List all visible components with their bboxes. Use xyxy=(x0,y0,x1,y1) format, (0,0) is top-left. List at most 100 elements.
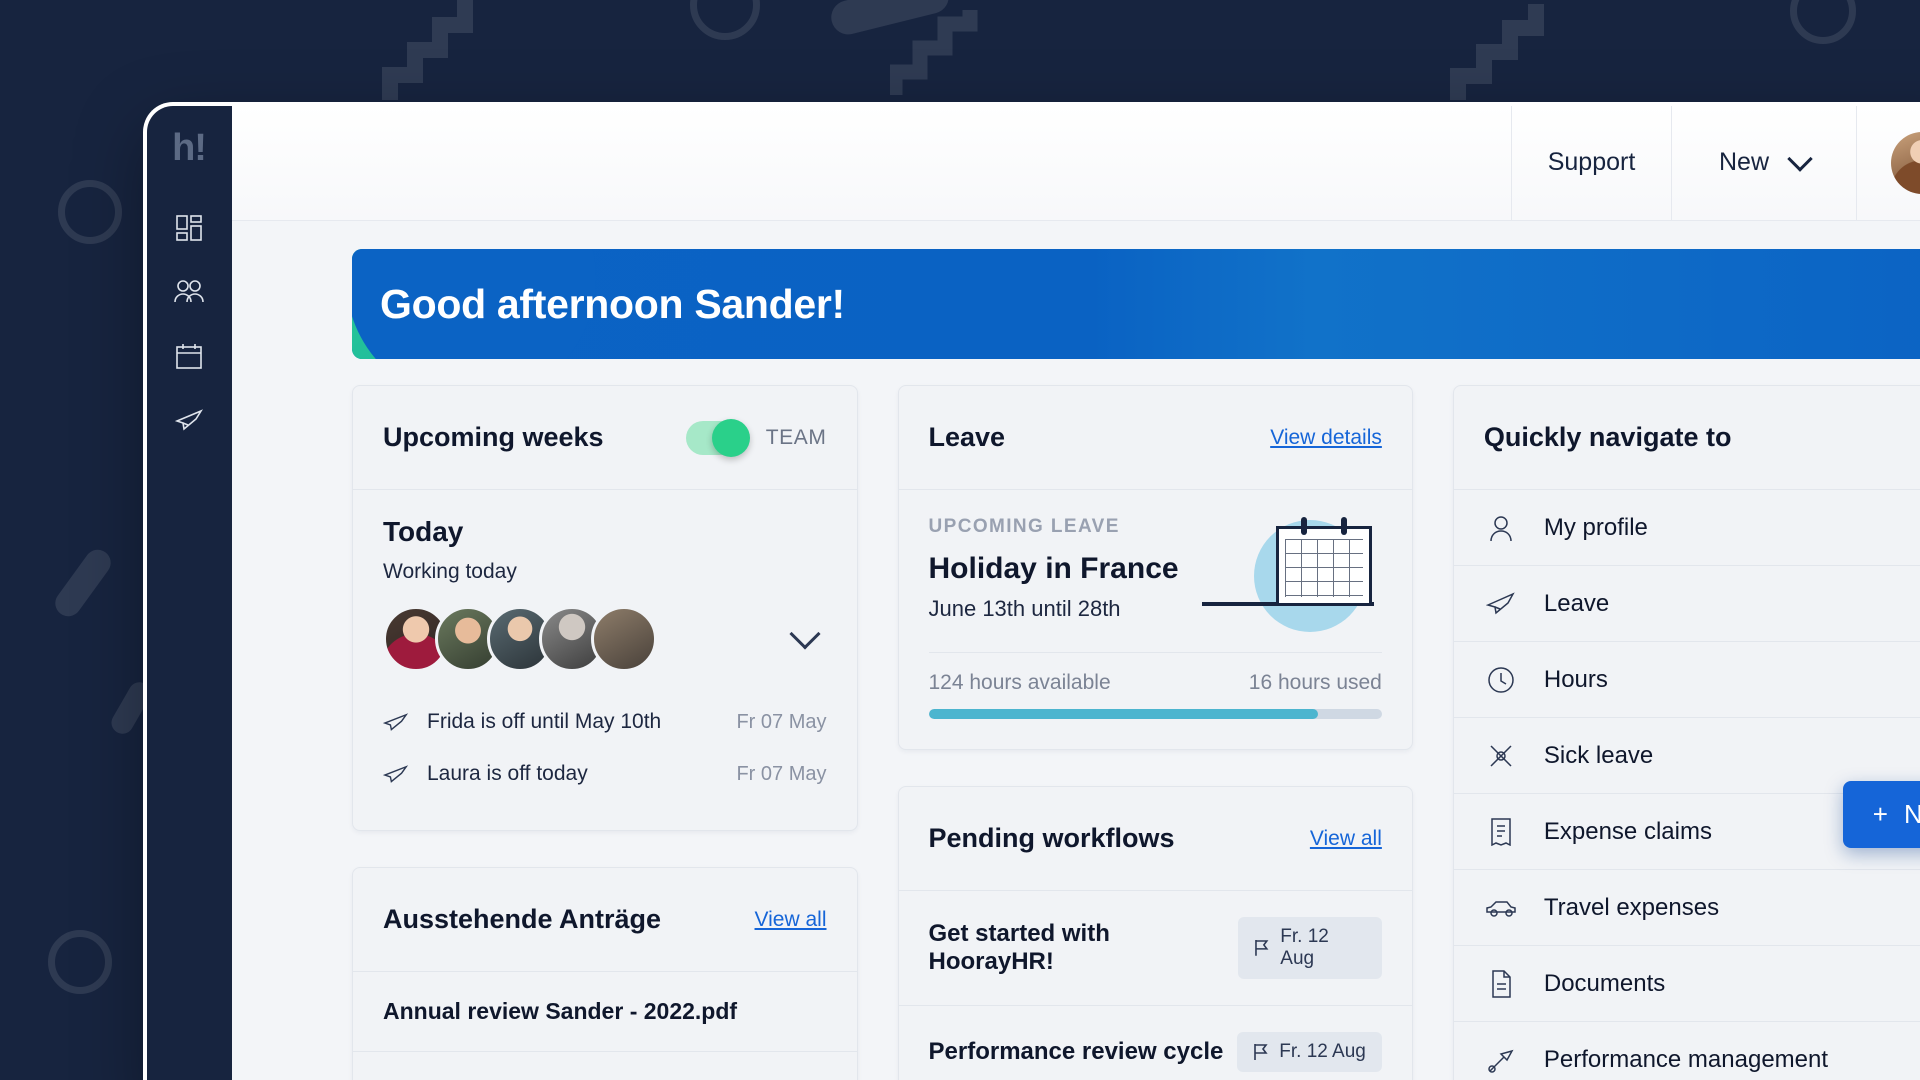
plane-icon xyxy=(174,407,204,438)
workflows-title: Pending workflows xyxy=(928,823,1175,853)
team-toggle[interactable] xyxy=(685,418,750,457)
quick-nav-label: My profile xyxy=(1543,513,1648,541)
requests-card: Ausstehende Anträge View all Annual revi… xyxy=(352,867,858,1080)
leave-progress-bar xyxy=(928,709,1382,719)
cards-grid: Upcoming weeks TEAM Today Working today xyxy=(352,385,1920,1080)
workflows-header: Pending workflows View all xyxy=(898,787,1412,891)
requests-view-all-link[interactable]: View all xyxy=(755,908,827,932)
clock-icon xyxy=(1484,663,1518,697)
quick-nav-title: Quickly navigate to xyxy=(1483,422,1732,452)
sidebar-item-dashboard[interactable] xyxy=(166,207,212,253)
user-icon xyxy=(1484,511,1518,545)
new-menu-label: New xyxy=(1718,148,1769,176)
upcoming-leave-block: UPCOMING LEAVE Holiday in France June 13… xyxy=(928,516,1382,632)
quick-nav-item-my-profile[interactable]: My profile xyxy=(1453,490,1920,566)
deco-ring-icon xyxy=(58,180,122,244)
chevron-down-icon xyxy=(1787,145,1813,172)
plane-icon xyxy=(382,711,409,733)
quick-nav-item-hours[interactable]: Hours xyxy=(1453,642,1920,718)
off-entry-date: Fr 07 May xyxy=(736,762,827,785)
hours-available: 124 hours available xyxy=(928,671,1111,694)
leave-view-details-link[interactable]: View details xyxy=(1270,426,1382,450)
workflow-name: Get started with HoorayHR! xyxy=(928,920,1110,975)
leave-header: Leave View details xyxy=(898,386,1412,490)
quick-nav-card: Quickly navigate to My profile Leave Hou… xyxy=(1452,385,1920,1080)
upcoming-leave-kicker: UPCOMING LEAVE xyxy=(928,516,1120,537)
greeting-text: Good afternoon Sander! xyxy=(380,280,845,327)
app-logo: h! xyxy=(172,127,207,169)
leave-card: Leave View details UPCOMING LEAVE Holida… xyxy=(897,385,1413,750)
quick-nav-label: Documents xyxy=(1543,969,1666,997)
content-area: Good afternoon Sander! Upcoming weeks TE… xyxy=(232,221,1920,1080)
topbar: Support New xyxy=(232,105,1920,221)
quick-nav-item-travel-expenses[interactable]: Travel expenses xyxy=(1453,870,1920,946)
upcoming-weeks-header: Upcoming weeks TEAM xyxy=(353,386,857,490)
off-entry-text: Laura is off today xyxy=(427,762,588,785)
quick-nav-label: Sick leave xyxy=(1543,741,1654,769)
leave-title: Leave xyxy=(928,422,1006,452)
expand-avatars-button[interactable] xyxy=(783,617,827,661)
workflow-date: Fr. 12 Aug xyxy=(1280,926,1329,969)
car-icon xyxy=(1484,891,1518,925)
leave-progress-fill xyxy=(928,709,1319,719)
workflows-card: Pending workflows View all Get started w… xyxy=(897,786,1413,1080)
new-floating-button[interactable]: + New xyxy=(1842,781,1920,848)
workflow-date: Fr. 12 Aug xyxy=(1279,1041,1366,1062)
quick-nav-header: Quickly navigate to xyxy=(1453,386,1920,490)
quick-nav-label: Leave xyxy=(1543,589,1610,617)
people-icon xyxy=(174,279,204,309)
team-toggle-label: TEAM xyxy=(765,425,827,449)
plane-icon xyxy=(1484,587,1518,621)
plus-icon: + xyxy=(1872,799,1888,829)
today-subtitle: Working today xyxy=(383,560,517,583)
main-area: Support New Good afternoon Sander! Upcom… xyxy=(232,105,1920,1080)
upcoming-weeks-title: Upcoming weeks xyxy=(383,422,604,452)
chevron-down-icon xyxy=(788,618,821,650)
off-entry-text: Frida is off until May 10th xyxy=(427,710,662,733)
status-badge: Fr. 12 Aug xyxy=(1238,917,1382,979)
leave-hours-row: 124 hours available 16 hours used xyxy=(929,671,1382,695)
flag-icon xyxy=(1253,1043,1269,1061)
table-row[interactable]: Get started with HoorayHR! Fr. 12 Aug xyxy=(898,891,1412,1006)
quick-nav-item-documents[interactable]: Documents xyxy=(1453,946,1920,1022)
dashboard-grid-icon xyxy=(176,214,202,246)
new-menu-button[interactable]: New xyxy=(1671,105,1856,220)
quick-nav-item-leave[interactable]: Leave xyxy=(1453,566,1920,642)
workflows-view-all-link[interactable]: View all xyxy=(1310,827,1382,851)
calendar-illustration-icon xyxy=(1201,516,1382,632)
deco-pill-icon xyxy=(50,544,116,622)
flag-icon xyxy=(1254,939,1270,957)
quick-nav-item-performance-management[interactable]: Performance management xyxy=(1454,1022,1920,1080)
document-icon xyxy=(1484,967,1518,1001)
quick-nav-label: Performance management xyxy=(1543,1045,1829,1073)
support-button[interactable]: Support xyxy=(1511,105,1671,220)
table-row[interactable]: Annual review Sander - 2022.pdf xyxy=(353,972,857,1052)
calendar-icon xyxy=(176,343,202,374)
avatar[interactable] xyxy=(591,606,657,672)
column-middle: Leave View details UPCOMING LEAVE Holida… xyxy=(897,385,1413,1080)
column-right: Quickly navigate to My profile Leave Hou… xyxy=(1452,385,1920,1080)
upcoming-weeks-card: Upcoming weeks TEAM Today Working today xyxy=(352,385,858,831)
app-window: h! Support New Good afternoon Sander! Up… xyxy=(146,105,1920,1080)
receipt-icon xyxy=(1484,815,1518,849)
off-entry-date: Fr 07 May xyxy=(736,710,827,733)
team-toggle-group[interactable]: TEAM xyxy=(685,418,827,457)
today-title: Today xyxy=(383,516,464,547)
user-avatar-button[interactable] xyxy=(1856,105,1920,220)
requests-header: Ausstehende Anträge View all xyxy=(353,868,857,972)
deco-ring-icon xyxy=(1790,0,1856,44)
toggle-knob xyxy=(711,418,750,457)
hours-used: 16 hours used xyxy=(1248,671,1382,694)
sidebar-item-leave[interactable] xyxy=(166,399,212,445)
sidebar-item-people[interactable] xyxy=(166,271,212,317)
table-row[interactable] xyxy=(353,1052,857,1080)
deco-zigzag-icon xyxy=(890,10,978,95)
status-badge: Fr. 12 Aug xyxy=(1237,1032,1382,1072)
quick-nav-label: Expense claims xyxy=(1543,817,1712,845)
sidebar-item-calendar[interactable] xyxy=(166,335,212,381)
table-row[interactable]: Performance review cycle Fr. 12 Aug xyxy=(899,1006,1412,1080)
plane-icon xyxy=(382,763,409,785)
leave-body: UPCOMING LEAVE Holiday in France June 13… xyxy=(899,490,1412,749)
column-left: Upcoming weeks TEAM Today Working today xyxy=(352,385,858,1080)
upcoming-leave-dates: June 13th until 28th xyxy=(928,596,1121,621)
